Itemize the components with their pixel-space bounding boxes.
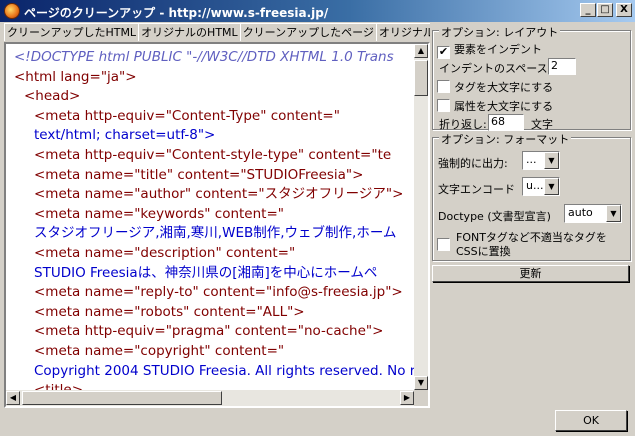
code-line: text/html; charset=utf-8"> <box>34 127 216 144</box>
code-line: <meta name="title" content="STUDIOFreesi… <box>34 166 364 183</box>
encoding-value: u... <box>526 179 544 192</box>
scroll-left-arrow-icon[interactable]: ◀ <box>6 391 20 405</box>
font-css-label: FONTタグなど不適当なタグをCSSに置換 <box>456 231 607 258</box>
code-line: <meta name="author" content="スタジオフリージア"> <box>34 186 404 203</box>
vertical-scroll-thumb[interactable] <box>414 60 428 96</box>
code-line: <meta http-equiv="Content-Type" content=… <box>34 107 340 124</box>
uppercase-attrs-row[interactable]: 属性を大文字にする <box>437 98 553 114</box>
code-line: <html lang="ja"> <box>14 68 137 85</box>
maximize-button[interactable]: □ <box>597 3 613 17</box>
encoding-label: 文字エンコード <box>438 183 515 196</box>
wrap-label: 折り返し: <box>439 118 487 131</box>
font-css-checkbox[interactable] <box>437 238 450 251</box>
tab-cleaned-html[interactable]: クリーンアップしたHTML <box>4 23 140 41</box>
layout-options-title: オプション: レイアウト <box>439 24 561 40</box>
minimize-button[interactable]: _ <box>580 3 596 17</box>
doctype-label: Doctype (文書型宣言) <box>438 210 551 223</box>
ok-button[interactable]: OK <box>555 410 627 431</box>
indent-elements-checkbox[interactable]: ✔ <box>437 46 450 59</box>
code-line: <title> <box>6 381 414 390</box>
chevron-down-icon[interactable]: ▼ <box>544 152 559 169</box>
tab-cleaned-page[interactable]: クリーンアップしたページ <box>239 23 377 41</box>
indent-elements-label: 要素をインデント <box>454 43 542 56</box>
tab-original-page[interactable]: オリジナルのページ <box>375 23 430 41</box>
uppercase-attrs-label: 属性を大文字にする <box>454 100 554 113</box>
uppercase-tags-row[interactable]: タグを大文字にする <box>437 79 553 95</box>
horizontal-scroll-thumb[interactable] <box>22 391 222 405</box>
code-line: <meta name="reply-to" content="info@s-fr… <box>34 284 403 301</box>
horizontal-scrollbar[interactable]: ◀ ▶ <box>6 390 414 406</box>
code-line: STUDIO Freesiaは、神奈川県の[湘南]を中心にホームペ <box>34 264 378 281</box>
code-line: <head> <box>24 88 81 105</box>
doctype-value: auto <box>568 206 593 219</box>
code-line: <meta name="description" content=" <box>34 244 296 261</box>
encoding-select[interactable]: u... ▼ <box>522 177 560 196</box>
indent-elements-row[interactable]: ✔ 要素をインデント <box>437 41 542 59</box>
code-line: スタジオフリージア,湘南,寒川,WEB制作,ウェブ制作,ホーム <box>34 225 397 242</box>
scroll-right-arrow-icon[interactable]: ▶ <box>400 391 414 405</box>
uppercase-attrs-checkbox[interactable] <box>437 99 450 112</box>
title-bar: ページのクリーンアップ - http://www.s-freesia.jp/ _… <box>0 0 635 22</box>
view-tabs: クリーンアップしたHTML オリジナルのHTML クリーンアップしたページ オリジナル… <box>4 23 430 41</box>
uppercase-tags-label: タグを大文字にする <box>454 81 554 94</box>
code-line: <meta name="copyright" content=" <box>34 342 285 359</box>
code-line: <!DOCTYPE html PUBLIC "-//W3C//DTD XHTML… <box>14 49 394 65</box>
indent-spaces-input[interactable]: 2 <box>548 58 576 75</box>
force-output-value: ... <box>526 153 537 166</box>
code-line: <meta name="keywords" content=" <box>34 205 284 222</box>
source-view[interactable]: <!DOCTYPE html PUBLIC "-//W3C//DTD XHTML… <box>4 42 430 408</box>
code-line: <meta http-equiv="pragma" content="no-ca… <box>34 323 384 340</box>
close-button[interactable]: X <box>616 3 632 17</box>
force-output-select[interactable]: ... ▼ <box>522 151 560 170</box>
font-css-row[interactable]: FONTタグなど不適当なタグをCSSに置換 <box>437 231 627 259</box>
source-code[interactable]: <!DOCTYPE html PUBLIC "-//W3C//DTD XHTML… <box>6 44 414 390</box>
scrollbar-corner <box>414 390 428 406</box>
layout-options-group: オプション: レイアウト ✔ 要素をインデント インデントのスペース 2 タグを大… <box>432 24 631 131</box>
format-options-title: オプション: フォーマット <box>439 131 572 147</box>
code-line: <meta http-equiv="Content-style-type" co… <box>34 146 392 163</box>
wrap-width-input[interactable]: 68 <box>488 114 524 131</box>
code-line: Copyright 2004 STUDIO Freesia. All right… <box>34 362 414 379</box>
scroll-up-arrow-icon[interactable]: ▲ <box>414 44 428 58</box>
format-options-group: オプション: フォーマット 強制的に出力: ... ▼ 文字エンコード u...… <box>432 131 631 261</box>
scroll-down-arrow-icon[interactable]: ▼ <box>414 376 428 390</box>
chevron-down-icon[interactable]: ▼ <box>606 205 621 222</box>
firefox-app-icon <box>4 3 20 19</box>
uppercase-tags-checkbox[interactable] <box>437 80 450 93</box>
force-output-label: 強制的に出力: <box>438 157 508 170</box>
code-line: <meta name="robots" content="ALL"> <box>34 303 305 320</box>
doctype-select[interactable]: auto ▼ <box>564 204 622 223</box>
wrap-unit-label: 文字 <box>531 118 553 131</box>
indent-spaces-label: インデントのスペース <box>439 62 548 75</box>
tab-original-html[interactable]: オリジナルのHTML <box>138 23 241 41</box>
vertical-scrollbar[interactable]: ▲ ▼ <box>414 44 428 390</box>
update-button[interactable]: 更新 <box>432 265 629 282</box>
chevron-down-icon[interactable]: ▼ <box>544 178 559 195</box>
window-title: ページのクリーンアップ - http://www.s-freesia.jp/ <box>24 6 329 20</box>
